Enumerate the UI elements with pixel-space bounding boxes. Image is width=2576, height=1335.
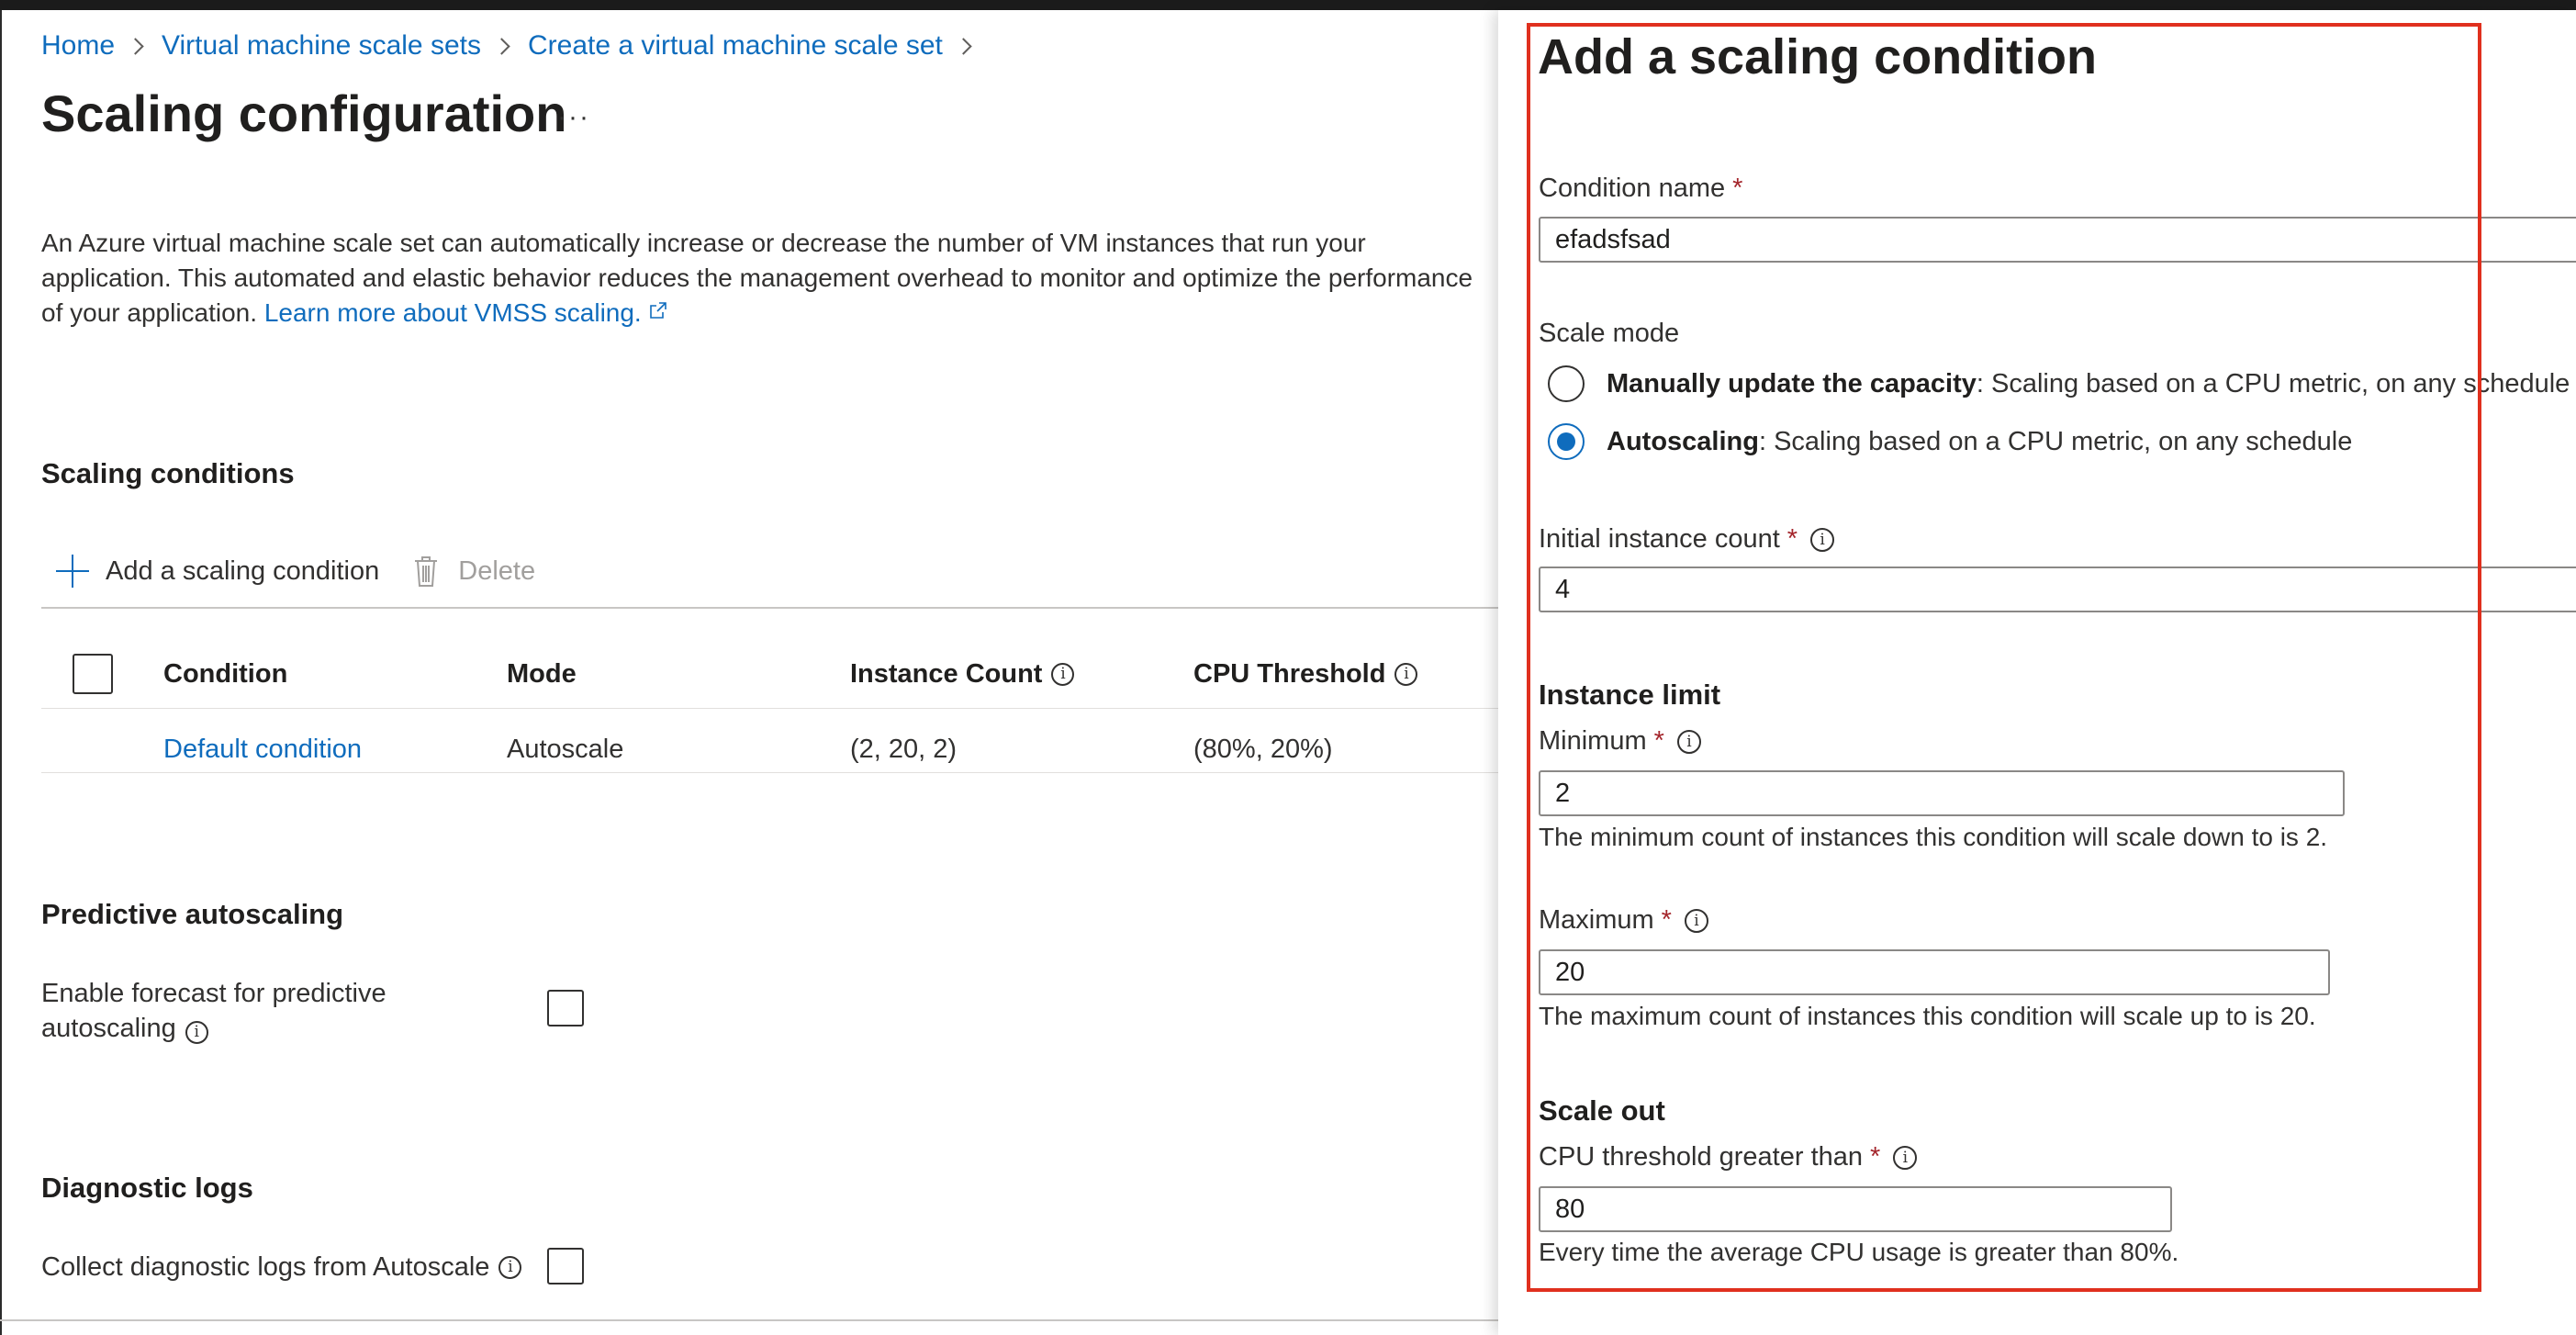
info-icon[interactable]: i: [1893, 1145, 1918, 1170]
maximum-help-text: The maximum count of instances this cond…: [1539, 1002, 2316, 1030]
radio-manual[interactable]: Manually update the capacity: Scaling ba…: [1548, 365, 2570, 402]
predictive-label-line: autoscaling i: [41, 1011, 386, 1046]
initial-instance-count-label: Initial instance count * i: [1539, 524, 1835, 555]
add-scaling-condition-label: Add a scaling condition: [106, 555, 380, 586]
required-marker: *: [1870, 1142, 1881, 1172]
info-icon[interactable]: i: [1684, 908, 1708, 933]
predictive-checkbox[interactable]: [547, 990, 584, 1026]
required-marker: *: [1653, 726, 1664, 756]
required-marker: *: [1732, 174, 1743, 203]
required-marker: *: [1661, 905, 1672, 935]
info-icon[interactable]: i: [185, 1021, 208, 1044]
radio-autoscaling[interactable]: Autoscaling: Scaling based on a CPU metr…: [1548, 423, 2352, 460]
page-title: Scaling configuration: [41, 84, 567, 142]
info-icon[interactable]: i: [1051, 662, 1075, 686]
cpu-threshold-cell: (80%, 20%): [1193, 734, 1333, 764]
condition-cell: Default condition: [163, 723, 362, 776]
breadcrumb: Home Virtual machine scale sets Create a…: [41, 30, 990, 62]
initial-instance-count-input[interactable]: 4: [1539, 567, 2576, 612]
condition-name-label: Condition name *: [1539, 174, 1743, 203]
diagnostic-label: Collect diagnostic logs from Autoscale i: [41, 1250, 522, 1285]
scale-out-title: Scale out: [1539, 1094, 1665, 1127]
plus-icon: [56, 555, 89, 588]
breadcrumb-scale-sets[interactable]: Virtual machine scale sets: [162, 30, 481, 62]
predictive-autoscaling-title: Predictive autoscaling: [41, 898, 344, 930]
condition-name-input[interactable]: efadsfsad: [1539, 217, 2576, 263]
delete-label: Delete: [458, 555, 536, 586]
divider: [41, 708, 1501, 709]
maximum-label: Maximum * i: [1539, 905, 1708, 936]
top-bar: [0, 0, 2576, 10]
breadcrumb-home[interactable]: Home: [41, 30, 115, 62]
divider: [41, 607, 1501, 609]
diagnostic-logs-title: Diagnostic logs: [41, 1172, 253, 1204]
external-link-icon: [649, 302, 666, 319]
description-line: An Azure virtual machine scale set can a…: [41, 229, 1366, 257]
radio-button[interactable]: [1548, 365, 1585, 402]
cpu-threshold-help-text: Every time the average CPU usage is grea…: [1539, 1238, 2179, 1266]
column-header-cpu-threshold[interactable]: CPU Threshold i: [1193, 647, 1418, 701]
predictive-label: Enable forecast for predictive autoscali…: [41, 976, 386, 1046]
diagnostic-checkbox[interactable]: [547, 1248, 584, 1285]
table-header: Condition Mode Instance Count i CPU Thres…: [41, 647, 1501, 701]
radio-autoscaling-label: Autoscaling: Scaling based on a CPU metr…: [1607, 426, 2353, 456]
select-all-cell: [73, 647, 113, 701]
radio-manual-label: Manually update the capacity: Scaling ba…: [1607, 368, 2570, 398]
description-text: of your application.: [41, 298, 258, 327]
column-header-instance-count[interactable]: Instance Count i: [850, 647, 1075, 701]
radio-button-selected[interactable]: [1548, 423, 1585, 460]
scaling-toolbar: Add a scaling condition Delete: [41, 550, 535, 592]
instance-count-cell: (2, 20, 2): [850, 734, 958, 764]
cpu-threshold-greater-label: CPU threshold greater than * i: [1539, 1142, 1918, 1172]
cpu-threshold-greater-input[interactable]: 80: [1539, 1186, 2172, 1232]
divider: [0, 1319, 1498, 1321]
description-line: application. This automated and elastic …: [41, 264, 1473, 292]
column-header-condition[interactable]: Condition: [163, 647, 287, 701]
delete-button[interactable]: Delete: [379, 555, 535, 588]
scale-mode-label: Scale mode: [1539, 319, 1680, 348]
predictive-label-line: Enable forecast for predictive: [41, 979, 386, 1008]
trash-icon: [415, 556, 438, 587]
info-icon[interactable]: i: [1676, 729, 1701, 754]
scaling-conditions-title: Scaling conditions: [41, 457, 295, 489]
info-icon[interactable]: i: [498, 1255, 522, 1279]
column-header-mode[interactable]: Mode: [507, 647, 577, 701]
condition-link[interactable]: Default condition: [163, 735, 362, 765]
select-all-checkbox[interactable]: [73, 654, 113, 694]
more-options-icon[interactable]: ···: [557, 102, 590, 133]
minimum-help-text: The minimum count of instances this cond…: [1539, 823, 2328, 851]
mode-cell: Autoscale: [507, 734, 624, 764]
table-row: Default condition Autoscale (2, 20, 2) (…: [41, 723, 1501, 776]
breadcrumb-create[interactable]: Create a virtual machine scale set: [528, 30, 943, 62]
add-scaling-condition-button[interactable]: Add a scaling condition: [41, 555, 379, 588]
chevron-right-icon: [493, 37, 510, 55]
required-marker: *: [1786, 524, 1798, 554]
learn-more-link[interactable]: Learn more about VMSS scaling.: [264, 298, 667, 327]
maximum-input[interactable]: 20: [1539, 949, 2330, 995]
panel-title: Add a scaling condition: [1538, 29, 2098, 84]
instance-limit-title: Instance limit: [1539, 679, 1721, 711]
chevron-right-icon: [127, 37, 144, 55]
info-icon[interactable]: i: [1810, 527, 1835, 552]
info-icon[interactable]: i: [1394, 662, 1418, 686]
page-description: An Azure virtual machine scale set can a…: [41, 226, 1501, 331]
divider: [41, 772, 1501, 773]
minimum-input[interactable]: 2: [1539, 770, 2345, 816]
description-line: of your application. Learn more about VM…: [41, 296, 1501, 331]
chevron-right-icon: [955, 37, 972, 55]
main-content: Home Virtual machine scale sets Create a…: [0, 10, 1501, 1335]
minimum-label: Minimum * i: [1539, 726, 1701, 757]
add-scaling-condition-panel: Add a scaling condition Condition name * …: [1498, 10, 2576, 1335]
